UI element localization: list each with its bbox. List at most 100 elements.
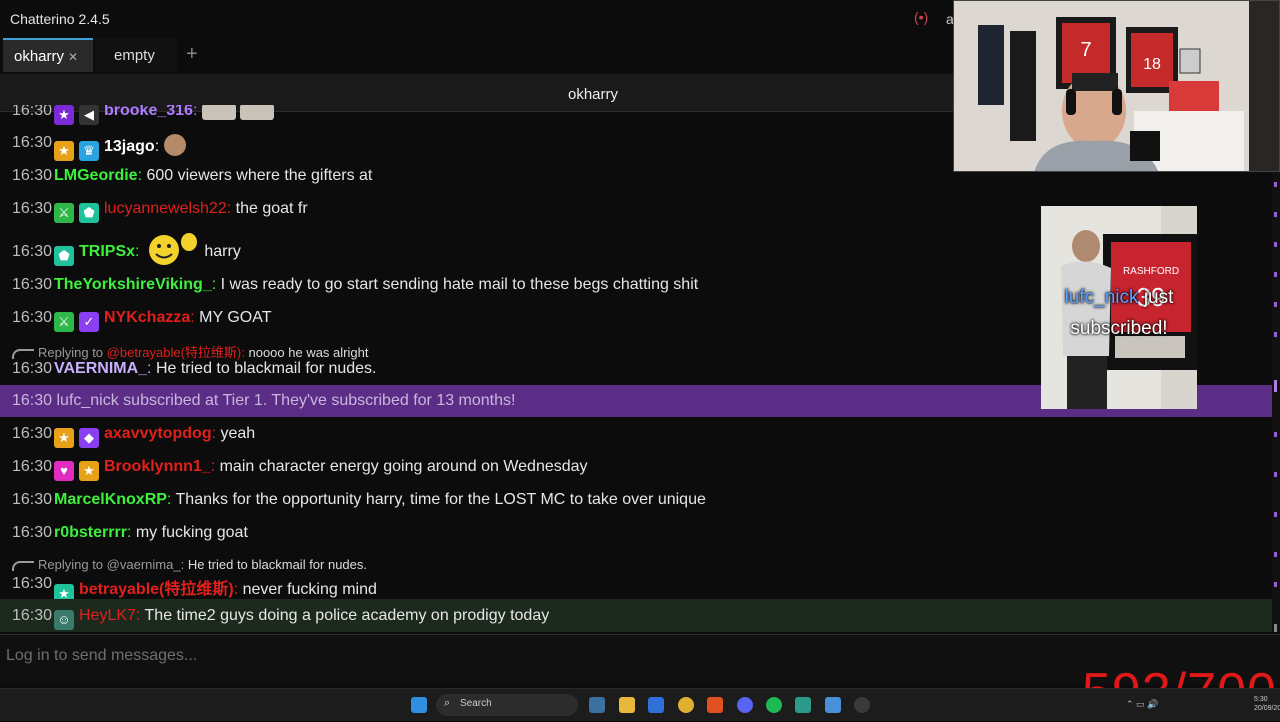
- clock[interactable]: 5:30 20/09/2023: [1254, 695, 1280, 713]
- timestamp: 16:30: [12, 276, 53, 293]
- svg-text:7: 7: [1080, 39, 1091, 61]
- scroll-marker: [1274, 552, 1277, 557]
- wave-emote-icon: [144, 232, 200, 266]
- scroll-thumb: [1274, 624, 1277, 632]
- reply-target: @vaernima_:: [106, 557, 185, 572]
- scroll-marker: [1274, 332, 1277, 337]
- gem-badge-icon: ⬟: [79, 203, 99, 223]
- tab-empty[interactable]: empty: [95, 38, 177, 72]
- webcam-image: 7 18: [954, 1, 1279, 171]
- chrome-icon[interactable]: [678, 697, 694, 713]
- message-text: I was ready to go start sending hate mai…: [220, 276, 699, 293]
- username[interactable]: VAERNIMA_: [54, 360, 147, 377]
- verified-badge-icon: ✓: [79, 312, 99, 332]
- sword-badge-icon: ⚔: [54, 203, 74, 223]
- username[interactable]: axavvytopdog: [104, 425, 212, 442]
- timestamp: 16:30: [12, 360, 53, 377]
- tab-label: empty: [114, 47, 155, 64]
- scroll-marker: [1274, 182, 1277, 187]
- message-text: Thanks for the opportunity harry, time f…: [175, 491, 706, 508]
- scroll-marker: [1274, 242, 1277, 247]
- scroll-marker: [1274, 380, 1277, 392]
- steam-icon[interactable]: [589, 697, 605, 713]
- message-text: He tried to blackmail for nudes.: [155, 360, 377, 377]
- username[interactable]: brooke_316: [104, 105, 193, 119]
- system-tray[interactable]: ⌃ ▭ 🔊: [1126, 699, 1158, 710]
- svg-text:18: 18: [1143, 56, 1161, 73]
- reply-target: @betrayable(特拉维斯):: [106, 345, 245, 360]
- username[interactable]: Brooklynnn1_: [104, 458, 211, 475]
- spotify-icon[interactable]: [766, 697, 782, 713]
- folder-icon[interactable]: [619, 697, 635, 713]
- star-badge-icon: ★: [79, 461, 99, 481]
- windows-icon[interactable]: [411, 697, 427, 713]
- webcam-overlay: 7 18: [953, 0, 1280, 172]
- monkey-emote-icon: [163, 134, 186, 156]
- message-text: MY GOAT: [199, 309, 272, 326]
- diamond-badge-icon: ◆: [79, 428, 99, 448]
- taskbar: ⌕ Search ⌃ ▭ 🔊 5:30 20/09/2023: [0, 688, 1280, 721]
- search-icon: ⌕: [444, 697, 451, 709]
- scroll-marker: [1274, 512, 1277, 517]
- chat-scrollbar[interactable]: [1272, 112, 1280, 632]
- sword-badge-icon: ⚔: [54, 312, 74, 332]
- timestamp: 16:30: [12, 607, 53, 624]
- message-text: my fucking goat: [135, 524, 248, 541]
- tab-bar: okharry ✕ empty +: [0, 38, 960, 72]
- subscription-alert: RASHFORD 39 lufc_nick just subscribed!: [1041, 206, 1197, 409]
- emote-icon: [240, 105, 275, 120]
- timestamp: 16:30: [12, 243, 53, 260]
- reply-context[interactable]: Replying to @betrayable(特拉维斯): noooo he …: [12, 342, 368, 361]
- sub-badge-icon: ★: [54, 105, 74, 125]
- message-text: The time2 guys doing a police academy on…: [144, 607, 550, 624]
- taskbar-search[interactable]: ⌕ Search: [436, 694, 578, 716]
- timestamp: 16:30: [12, 524, 53, 541]
- message-text: never fucking mind: [242, 581, 377, 598]
- username[interactable]: LMGeordie: [54, 167, 138, 184]
- tab-okharry[interactable]: okharry ✕: [3, 38, 93, 72]
- username[interactable]: r0bsterrrr: [54, 524, 127, 541]
- username[interactable]: lucyannewelsh22: [104, 200, 227, 217]
- scroll-marker: [1274, 472, 1277, 477]
- username[interactable]: NYKchazza: [104, 309, 190, 326]
- emote-icon: [201, 105, 236, 120]
- message-text: main character energy going around on We…: [219, 458, 588, 475]
- svg-text:RASHFORD: RASHFORD: [1123, 266, 1179, 277]
- username[interactable]: MarcelKnoxRP: [54, 491, 167, 508]
- brave-icon[interactable]: [707, 697, 723, 713]
- star-badge-icon: ★: [54, 428, 74, 448]
- mute-badge-icon: ◀: [79, 105, 99, 125]
- username[interactable]: TRIPSx: [79, 243, 135, 260]
- timestamp: 16:30: [12, 309, 53, 326]
- timestamp: 16:30: [12, 491, 53, 508]
- chatterino-icon[interactable]: [854, 697, 870, 713]
- discord-icon[interactable]: [737, 697, 753, 713]
- subscription-text: 16:30 lufc_nick subscribed at Tier 1. Th…: [12, 392, 516, 409]
- app-icon[interactable]: [795, 697, 811, 713]
- reply-context[interactable]: Replying to @vaernima_: He tried to blac…: [12, 557, 367, 572]
- store-icon[interactable]: [648, 697, 664, 713]
- gem-badge-icon: ⬟: [54, 246, 74, 266]
- timestamp: 16:30: [12, 458, 53, 475]
- add-tab-button[interactable]: +: [186, 38, 198, 72]
- username[interactable]: TheYorkshireViking_: [54, 276, 212, 293]
- scroll-marker: [1274, 432, 1277, 437]
- scroll-marker: [1274, 582, 1277, 587]
- close-icon[interactable]: ✕: [68, 50, 78, 64]
- username[interactable]: 13jago: [104, 138, 155, 155]
- timestamp: 16:30: [12, 134, 53, 151]
- avatar-badge-icon: ☺: [54, 610, 74, 630]
- notepad-icon[interactable]: [825, 697, 841, 713]
- clock-date: 20/09/2023: [1254, 705, 1280, 712]
- alert-username: lufc_nick: [1064, 287, 1139, 308]
- reply-text: He tried to blackmail for nudes.: [187, 557, 368, 572]
- live-icon[interactable]: (•): [914, 9, 928, 25]
- username[interactable]: HeyLK7: [79, 607, 136, 624]
- reply-text: noooo he was alright: [248, 345, 369, 360]
- timestamp: 16:30: [12, 425, 53, 442]
- message-text: 600 viewers where the gifters at: [146, 167, 373, 184]
- username[interactable]: betrayable(特拉维斯): [79, 581, 234, 598]
- reply-curve-icon: [12, 349, 34, 359]
- title-bar: Chatterino 2.4.5 (•) a: [0, 0, 960, 38]
- input-placeholder: Log in to send messages...: [6, 647, 198, 664]
